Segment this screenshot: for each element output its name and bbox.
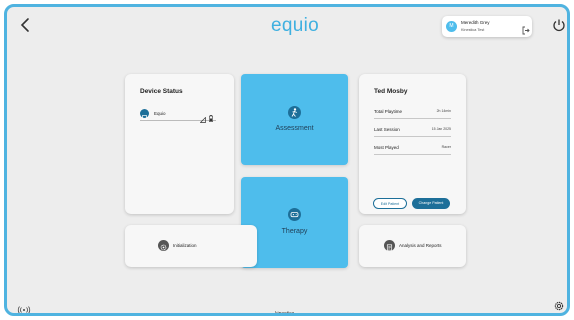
therapy-label: Therapy bbox=[281, 228, 308, 235]
patient-row: Last Session 15 Jan 2025 bbox=[374, 124, 451, 137]
user-name: Meredith Grey bbox=[461, 20, 490, 25]
assessment-label: Assessment bbox=[275, 125, 314, 132]
report-icon bbox=[384, 240, 395, 251]
device-row[interactable]: Equio bbox=[140, 108, 216, 123]
row-value: 15 Jan 2025 bbox=[431, 127, 451, 131]
device-status-card: Device Status Equio bbox=[125, 74, 234, 214]
settings-icon[interactable] bbox=[553, 299, 565, 311]
change-patient-button[interactable]: Change Patient bbox=[412, 198, 450, 209]
device-icon bbox=[140, 109, 149, 120]
row-label: Total Playtime bbox=[374, 109, 403, 114]
patient-row: Total Playtime 2h 14min bbox=[374, 106, 451, 119]
row-label: Last Session bbox=[374, 127, 400, 132]
patient-card: Ted Mosby Total Playtime 2h 14min Last S… bbox=[359, 74, 466, 214]
app-frame: equio M Meredith Grey Kinestica Test Dev… bbox=[4, 4, 570, 316]
back-arrow-icon[interactable] bbox=[19, 17, 31, 33]
initialization-tile[interactable]: Initialization bbox=[125, 225, 257, 267]
user-org: Kinestica Test bbox=[461, 28, 485, 32]
gear-icon bbox=[158, 240, 169, 251]
logout-icon[interactable] bbox=[522, 22, 530, 35]
patient-row: Most Played Racer bbox=[374, 142, 451, 155]
app-logo: equio bbox=[271, 15, 319, 36]
assessment-tile[interactable]: Assessment bbox=[241, 74, 348, 165]
gamepad-icon bbox=[288, 208, 301, 221]
device-status-title: Device Status bbox=[140, 88, 183, 95]
kinestica-logo-icon bbox=[268, 312, 274, 313]
initialization-label: Initialization bbox=[173, 243, 197, 248]
battery-icon bbox=[209, 109, 213, 122]
analysis-reports-tile[interactable]: Analysis and Reports bbox=[359, 225, 466, 267]
footer-brand: kinestica bbox=[275, 311, 295, 316]
therapy-tile[interactable]: Therapy bbox=[241, 177, 348, 268]
power-icon[interactable] bbox=[552, 18, 566, 32]
person-icon bbox=[288, 106, 301, 119]
device-name: Equio bbox=[154, 111, 166, 116]
row-value: 2h 14min bbox=[436, 109, 451, 113]
wireless-icon[interactable] bbox=[17, 301, 31, 313]
signal-icon bbox=[199, 110, 206, 123]
avatar: M bbox=[446, 21, 457, 32]
row-value: Racer bbox=[441, 145, 451, 149]
row-label: Most Played bbox=[374, 145, 399, 150]
analysis-label: Analysis and Reports bbox=[399, 243, 442, 248]
edit-patient-button[interactable]: Edit Patient bbox=[373, 198, 407, 209]
patient-name: Ted Mosby bbox=[374, 88, 408, 95]
user-card[interactable]: M Meredith Grey Kinestica Test bbox=[442, 16, 532, 37]
